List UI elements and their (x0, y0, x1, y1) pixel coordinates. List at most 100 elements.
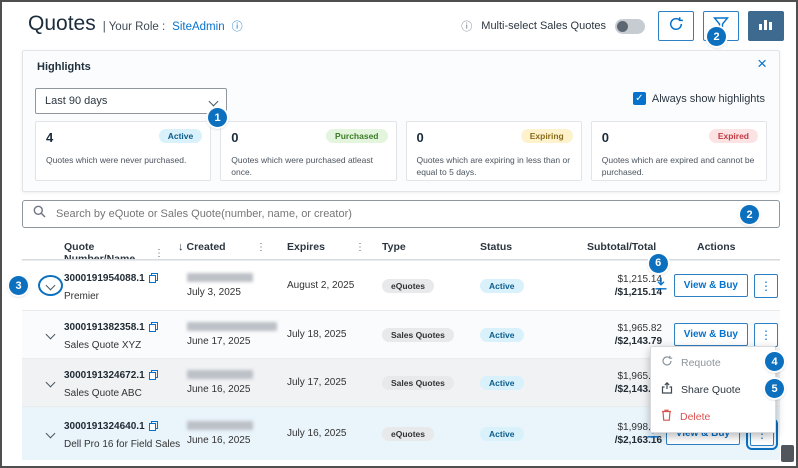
card-description: Quotes which were never purchased. (46, 155, 203, 167)
multiselect-label: Multi-select Sales Quotes (481, 20, 606, 32)
highlight-card-purchased: 0 Purchased Quotes which were purchased … (220, 121, 396, 181)
expires-date: August 2, 2025 (287, 280, 382, 291)
close-icon[interactable]: × (757, 55, 767, 72)
refresh-icon (668, 16, 684, 37)
card-count: 4 (46, 130, 53, 145)
download-button[interactable]: 6 (654, 277, 668, 295)
refresh-button[interactable] (658, 11, 694, 41)
highlight-card-expiring: 0 Expiring Quotes which are expiring in … (406, 121, 582, 181)
expand-row-button[interactable] (40, 374, 61, 391)
menu-item-requote[interactable]: Requote 4 (651, 349, 775, 376)
highlights-title: Highlights (37, 61, 91, 73)
column-header-created: ↓ Created ⋮ (178, 241, 266, 253)
search-icon (33, 205, 46, 223)
expand-row-button[interactable] (40, 425, 61, 442)
callout-3-expand: 3 (9, 276, 28, 295)
chevron-down-icon (45, 330, 55, 340)
redacted-creator (187, 421, 253, 430)
date-range-select[interactable]: Last 90 days (35, 88, 227, 114)
always-show-checkbox[interactable]: ✓ (633, 92, 646, 105)
created-date: June 16, 2025 (187, 384, 287, 395)
quote-name: Sales Quote XYZ (64, 340, 189, 351)
status-badge: Expired (709, 129, 758, 143)
highlights-panel: Highlights × Last 90 days ✓ Always show … (22, 50, 780, 192)
type-badge: eQuotes (382, 427, 434, 441)
sort-desc-icon[interactable]: ↓ (178, 241, 184, 253)
copy-icon[interactable] (149, 270, 158, 288)
copy-icon[interactable] (149, 319, 158, 337)
redacted-creator (187, 322, 277, 331)
redacted-creator (187, 273, 253, 282)
callout-5-share: 5 (765, 379, 784, 398)
search-bar: 2 (22, 200, 780, 228)
expires-date: July 18, 2025 (287, 329, 382, 340)
row-actions-menu-button[interactable]: ⋮ (754, 323, 778, 347)
analytics-button[interactable] (748, 11, 784, 41)
role-label: | Your Role : (103, 21, 165, 33)
menu-item-share-quote[interactable]: Share Quote 5 (651, 376, 775, 403)
status-badge: Active (480, 427, 524, 441)
callout-2-search: 2 (740, 205, 759, 224)
bar-chart-icon (758, 17, 774, 36)
callout-2-filter: 2 (707, 27, 726, 46)
column-menu-icon[interactable]: ⋮ (355, 242, 365, 253)
share-icon (661, 382, 673, 397)
always-show-label: Always show highlights (652, 93, 765, 105)
highlight-card-active: 4 Active Quotes which were never purchas… (35, 121, 211, 181)
status-badge: Purchased (326, 129, 387, 143)
date-range-value: Last 90 days (45, 95, 107, 107)
created-date: July 3, 2025 (187, 287, 287, 298)
copy-icon[interactable] (149, 367, 158, 385)
created-date: June 17, 2025 (187, 336, 287, 347)
status-badge: Active (480, 328, 524, 342)
type-badge: eQuotes (382, 279, 434, 293)
row-actions-context-menu: Requote 4 Share Quote 5 Delete (650, 346, 776, 433)
multiselect-info-icon[interactable]: ⓘ (461, 18, 472, 34)
role-value-link[interactable]: SiteAdmin (172, 21, 224, 33)
toggle-knob (617, 21, 628, 32)
status-badge: Active (480, 279, 524, 293)
type-badge: Sales Quotes (382, 328, 454, 342)
view-buy-button[interactable]: View & Buy (674, 323, 748, 346)
download-icon (654, 277, 668, 295)
column-header-type: Type (382, 241, 406, 253)
column-header-subtotal: Subtotal/Total (587, 241, 656, 253)
menu-item-delete[interactable]: Delete (651, 403, 775, 430)
scrollbar-thumb[interactable] (781, 445, 794, 462)
view-buy-button[interactable]: View & Buy (674, 274, 748, 297)
redacted-creator (187, 370, 253, 379)
role-info-icon[interactable]: ⓘ (232, 18, 243, 34)
created-date: June 16, 2025 (187, 435, 287, 446)
expires-date: July 16, 2025 (287, 428, 382, 439)
highlight-card-expired: 0 Expired Quotes which are expired and c… (591, 121, 767, 181)
card-description: Quotes which were purchased atleast once… (231, 155, 388, 179)
multiselect-toggle[interactable] (615, 19, 645, 34)
trash-icon (661, 409, 672, 424)
column-menu-icon[interactable]: ⋮ (154, 248, 164, 259)
column-header-status: Status (480, 241, 512, 253)
callout-6-download: 6 (649, 254, 668, 273)
quote-number: 3000191954088.1 (64, 273, 145, 284)
row-actions-menu-button[interactable]: ⋮ (754, 274, 778, 298)
copy-icon[interactable] (149, 418, 158, 436)
page-header: Quotes | Your Role : SiteAdmin ⓘ (28, 12, 243, 36)
card-count: 0 (602, 130, 609, 145)
chevron-down-icon (45, 429, 55, 439)
expand-row-button[interactable] (38, 275, 63, 296)
status-badge: Active (159, 129, 203, 143)
column-header-actions: Actions (697, 241, 736, 253)
chevron-down-icon (45, 378, 55, 388)
quote-row-1: 3000191954088.1 Premier July 3, 2025 Aug… (22, 260, 780, 310)
quote-name: Sales Quote ABC (64, 388, 189, 399)
always-show-group: ✓ Always show highlights (633, 92, 765, 105)
quote-number: 3000191324672.1 (64, 370, 145, 381)
search-input[interactable] (54, 207, 769, 221)
highlight-cards: 4 Active Quotes which were never purchas… (35, 121, 767, 181)
filter-button[interactable]: 2 (703, 11, 739, 41)
expand-row-button[interactable] (40, 326, 61, 343)
callout-4-requote: 4 (765, 352, 784, 371)
column-menu-icon[interactable]: ⋮ (256, 242, 266, 253)
quote-number: 3000191324640.1 (64, 421, 145, 432)
column-header-expires: Expires ⋮ (287, 241, 365, 253)
chevron-down-icon (209, 96, 219, 106)
